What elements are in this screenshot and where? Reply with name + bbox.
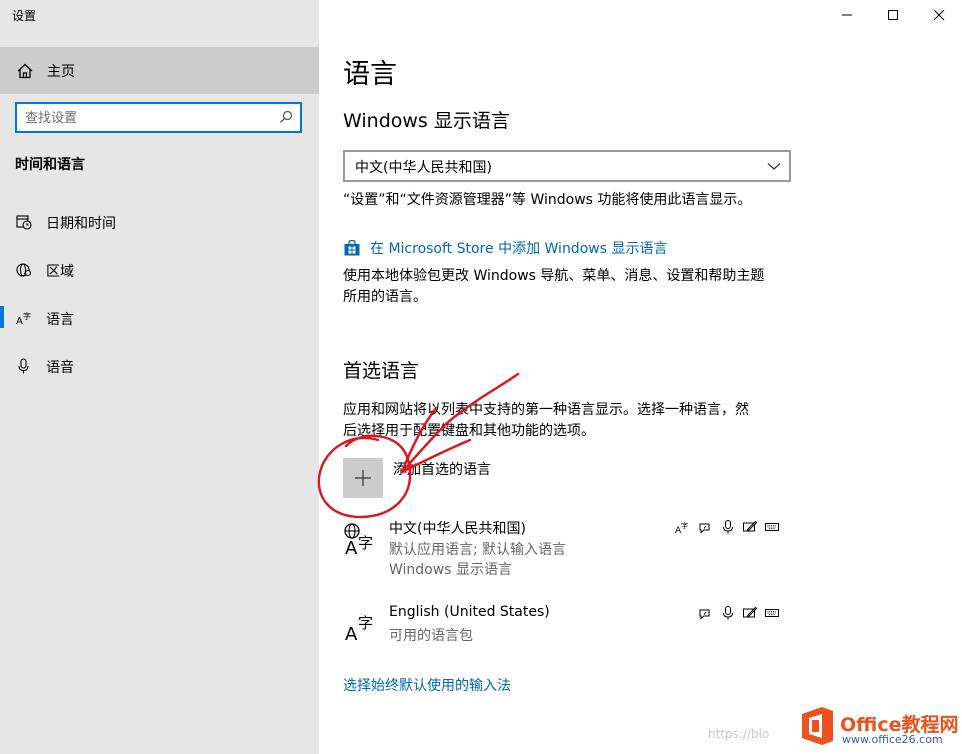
store-description-line1: 使用本地体验包更改 Windows 导航、菜单、消息、设置和帮助主题 (343, 266, 764, 286)
sidebar-item-speech[interactable]: 语音 (0, 346, 319, 386)
search-input[interactable] (25, 108, 275, 128)
default-input-method-link[interactable]: 选择始终默认使用的输入法 (343, 675, 511, 695)
sidebar-item-label: 区域 (46, 261, 74, 281)
calendar-clock-icon (16, 214, 32, 230)
store-link[interactable]: 在 Microsoft Store 中添加 Windows 显示语言 (343, 238, 667, 258)
page-title: 语言 (343, 52, 397, 91)
svg-text:字: 字 (358, 614, 373, 632)
display-language-icon: A 字 (675, 520, 689, 534)
add-language-label[interactable]: 添加首选的语言 (393, 459, 491, 479)
sidebar-item-label: 主页 (47, 61, 75, 81)
microphone-icon (721, 520, 735, 534)
svg-text:字: 字 (681, 521, 688, 530)
office-logo-icon (798, 706, 836, 746)
language-status: 默认应用语言; 默认输入语言 (389, 539, 566, 559)
search-box[interactable] (15, 102, 302, 133)
svg-text:A: A (345, 538, 358, 556)
dropdown-value: 中文(中华人民共和国) (355, 157, 492, 177)
store-description-line2: 所用的语言。 (343, 287, 427, 307)
list-item-language-zh[interactable]: A 字 中文(中华人民共和国) 默认应用语言; 默认输入语言 Windows 显… (343, 518, 791, 582)
svg-text:字: 字 (23, 311, 31, 321)
sidebar-item-language[interactable]: A 字 语言 (0, 298, 319, 338)
speech-icon (698, 606, 712, 620)
sidebar-item-label: 日期和时间 (46, 213, 116, 233)
language-status: 可用的语言包 (389, 625, 473, 645)
language-icon: A 字 (16, 310, 32, 326)
globe-pin-icon (16, 262, 32, 278)
list-item-language-en[interactable]: A 字 English (United States) 可用的语言包 (343, 604, 791, 648)
search-icon[interactable] (279, 110, 293, 124)
app-title: 设置 (12, 7, 36, 24)
keyboard-icon (765, 606, 779, 620)
plus-icon (354, 469, 372, 487)
display-language-heading: Windows 显示语言 (343, 106, 510, 133)
preferred-language-heading: 首选语言 (343, 356, 419, 383)
handwriting-icon (743, 520, 757, 534)
svg-text:字: 字 (358, 534, 373, 552)
svg-text:A: A (16, 316, 23, 326)
display-language-dropdown[interactable]: 中文(中华人民共和国) (343, 150, 791, 182)
sidebar-item-home[interactable]: 主页 (0, 47, 319, 94)
speech-icon (698, 520, 712, 534)
selection-indicator (0, 306, 4, 328)
language-glyph-icon: A 字 (343, 522, 377, 556)
section-title: 时间和语言 (15, 154, 85, 174)
preferred-description-line1: 应用和网站将以列表中支持的第一种语言显示。选择一种语言，然 (343, 400, 749, 420)
home-icon (16, 62, 34, 80)
language-glyph-icon: A 字 (343, 608, 377, 642)
display-language-description: “设置”和“文件资源管理器”等 Windows 功能将使用此语言显示。 (343, 190, 751, 210)
add-language-button[interactable] (343, 458, 383, 498)
watermark-url: www.office26.com (842, 733, 943, 746)
language-name: 中文(中华人民共和国) (389, 518, 526, 538)
handwriting-icon (743, 606, 757, 620)
sidebar-item-date-time[interactable]: 日期和时间 (0, 202, 319, 242)
store-icon (343, 239, 361, 257)
svg-text:A: A (345, 624, 358, 642)
language-status: Windows 显示语言 (389, 559, 512, 579)
language-name: English (United States) (389, 604, 550, 620)
sidebar-item-label: 语音 (46, 357, 74, 377)
store-link-label: 在 Microsoft Store 中添加 Windows 显示语言 (370, 238, 667, 258)
chevron-down-icon (767, 160, 781, 172)
sidebar-item-region[interactable]: 区域 (0, 250, 319, 290)
preferred-description-line2: 后选择用于配置键盘和其他功能的选项。 (343, 421, 595, 441)
keyboard-icon (765, 520, 779, 534)
sidebar: 设置 主页 时间和语言 日期和时间 区域 (0, 0, 319, 754)
microphone-icon (721, 606, 735, 620)
microphone-icon (16, 358, 32, 374)
watermark-faint-url: https://blo (708, 727, 769, 741)
main-content: 语言 Windows 显示语言 中文(中华人民共和国) “设置”和“文件资源管理… (343, 0, 943, 754)
sidebar-item-label: 语言 (46, 309, 74, 329)
